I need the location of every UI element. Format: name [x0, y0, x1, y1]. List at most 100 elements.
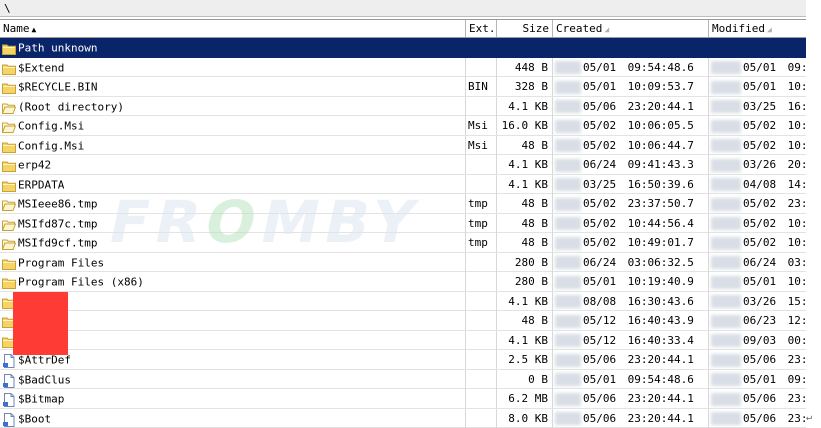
column-header-size[interactable]: Size: [497, 20, 553, 37]
blurred-year: [555, 61, 581, 74]
modified-time: 09:54: [788, 370, 806, 389]
column-header: Name▲ Ext. Size Created◢ Modified◢: [0, 19, 806, 38]
folder-icon: [2, 81, 16, 93]
created-date: 03/25: [583, 175, 621, 194]
created-date: 05/01: [583, 370, 621, 389]
file-name: $Bitmap: [18, 393, 64, 406]
table-row[interactable]: 4.1 KB08/08 16:30:43.603/26 15:50: [0, 292, 806, 312]
table-row[interactable]: $RECYCLE.BINBIN328 B05/01 10:09:53.705/0…: [0, 77, 806, 97]
name-cell[interactable]: MSIfd9cf.tmp: [0, 233, 466, 252]
modified-date: 05/02: [743, 194, 781, 213]
table-row[interactable]: $Boot8.0 KB05/06 23:20:44.105/06 23:20: [0, 409, 806, 428]
modified-date: 05/06: [743, 389, 781, 408]
file-name: $Extend: [18, 61, 64, 74]
file-list: Path unknown$Extend448 B05/01 09:54:48.6…: [0, 38, 806, 428]
name-cell[interactable]: [0, 311, 466, 330]
table-row[interactable]: Program Files280 B06/24 03:06:32.506/24 …: [0, 253, 806, 273]
table-row[interactable]: Config.MsiMsi16.0 KB05/02 10:06:05.505/0…: [0, 116, 806, 136]
name-cell[interactable]: [0, 331, 466, 350]
size-cell: 4.1 KB: [497, 175, 553, 194]
name-cell[interactable]: $BadClus: [0, 370, 466, 389]
blurred-year: [555, 256, 581, 269]
name-cell[interactable]: $Extend: [0, 58, 466, 77]
file-icon: [2, 413, 16, 425]
blurred-year: [711, 256, 741, 269]
vertical-scrollbar[interactable]: [806, 0, 821, 425]
file-name: MSIeee86.tmp: [18, 198, 97, 211]
blurred-year: [711, 412, 741, 425]
modified-time: 00:00: [788, 331, 806, 350]
redaction-block: [13, 292, 68, 355]
name-cell[interactable]: MSIeee86.tmp: [0, 194, 466, 213]
table-row[interactable]: $AttrDef2.5 KB05/06 23:20:44.105/06 23:2…: [0, 350, 806, 370]
created-time: 09:54:48.6: [628, 58, 694, 77]
modified-cell: 06/23 12:53: [709, 311, 806, 330]
created-date: 05/02: [583, 214, 621, 233]
file-name: $Boot: [18, 412, 51, 425]
blurred-year: [711, 100, 741, 113]
table-row[interactable]: Path unknown: [0, 38, 806, 58]
column-header-modified[interactable]: Modified◢: [709, 20, 806, 37]
table-row[interactable]: Config.MsiMsi48 B05/02 10:06:44.705/02 1…: [0, 136, 806, 156]
ext-cell: [466, 253, 497, 272]
ext-cell: [466, 292, 497, 311]
column-header-name[interactable]: Name▲: [0, 20, 466, 37]
created-cell: 08/08 16:30:43.6: [553, 292, 709, 311]
name-cell[interactable]: (Root directory): [0, 97, 466, 116]
table-row[interactable]: MSIfd87c.tmptmp48 B05/02 10:44:56.405/02…: [0, 214, 806, 234]
name-cell[interactable]: Program Files (x86): [0, 272, 466, 291]
table-row[interactable]: 48 B05/12 16:40:43.906/23 12:53: [0, 311, 806, 331]
folder-icon: [2, 257, 16, 269]
table-row[interactable]: Program Files (x86)280 B05/01 10:19:40.9…: [0, 272, 806, 292]
table-row[interactable]: $Extend448 B05/01 09:54:48.605/01 09:54: [0, 58, 806, 78]
name-cell[interactable]: $Bitmap: [0, 389, 466, 408]
created-date: 05/02: [583, 136, 621, 155]
name-cell[interactable]: $AttrDef: [0, 350, 466, 369]
folder-open-icon: [2, 198, 16, 210]
file-name: (Root directory): [18, 100, 124, 113]
created-time: 23:20:44.1: [628, 389, 694, 408]
created-time: 10:44:56.4: [628, 214, 694, 233]
table-row[interactable]: $BadClus0 B05/01 09:54:48.605/01 09:54: [0, 370, 806, 390]
table-row[interactable]: MSIfd9cf.tmptmp48 B05/02 10:49:01.705/02…: [0, 233, 806, 253]
created-date: 05/01: [583, 58, 621, 77]
ext-cell: [466, 350, 497, 369]
modified-cell: 05/01 10:09: [709, 77, 806, 96]
size-cell: 280 B: [497, 253, 553, 272]
name-cell[interactable]: erp42: [0, 155, 466, 174]
name-cell[interactable]: Path unknown: [0, 38, 466, 57]
created-time: 16:40:33.4: [628, 331, 694, 350]
name-cell[interactable]: $RECYCLE.BIN: [0, 77, 466, 96]
modified-time: 10:06: [788, 116, 806, 135]
modified-cell: 05/02 10:12: [709, 136, 806, 155]
column-header-created[interactable]: Created◢: [553, 20, 709, 37]
blurred-year: [711, 295, 741, 308]
size-cell: 6.2 MB: [497, 389, 553, 408]
blurred-year: [555, 100, 581, 113]
name-cell[interactable]: [0, 292, 466, 311]
name-cell[interactable]: ERPDATA: [0, 175, 466, 194]
name-cell[interactable]: Config.Msi: [0, 116, 466, 135]
blurred-year: [711, 139, 741, 152]
created-cell: 05/06 23:20:44.1: [553, 97, 709, 116]
name-cell[interactable]: MSIfd87c.tmp: [0, 214, 466, 233]
column-header-ext[interactable]: Ext.: [466, 20, 497, 37]
file-name: Config.Msi: [18, 120, 84, 133]
created-time: 10:19:40.9: [628, 272, 694, 291]
blurred-year: [555, 315, 581, 328]
table-row[interactable]: erp424.1 KB06/24 09:41:43.303/26 20:58: [0, 155, 806, 175]
table-row[interactable]: $Bitmap6.2 MB05/06 23:20:44.105/06 23:20: [0, 389, 806, 409]
created-date: 05/06: [583, 97, 621, 116]
table-row[interactable]: (Root directory)4.1 KB05/06 23:20:44.103…: [0, 97, 806, 117]
created-date: 05/12: [583, 311, 621, 330]
created-cell: 05/01 09:54:48.6: [553, 58, 709, 77]
folder-open-icon: [2, 120, 16, 132]
name-cell[interactable]: Config.Msi: [0, 136, 466, 155]
name-cell[interactable]: Program Files: [0, 253, 466, 272]
blurred-year: [711, 198, 741, 211]
table-row[interactable]: ERPDATA4.1 KB03/25 16:50:39.604/08 14:16: [0, 175, 806, 195]
blurred-year: [555, 295, 581, 308]
table-row[interactable]: 4.1 KB05/12 16:40:33.409/03 00:00: [0, 331, 806, 351]
table-row[interactable]: MSIeee86.tmptmp48 B05/02 23:37:50.705/02…: [0, 194, 806, 214]
size-cell: 48 B: [497, 311, 553, 330]
